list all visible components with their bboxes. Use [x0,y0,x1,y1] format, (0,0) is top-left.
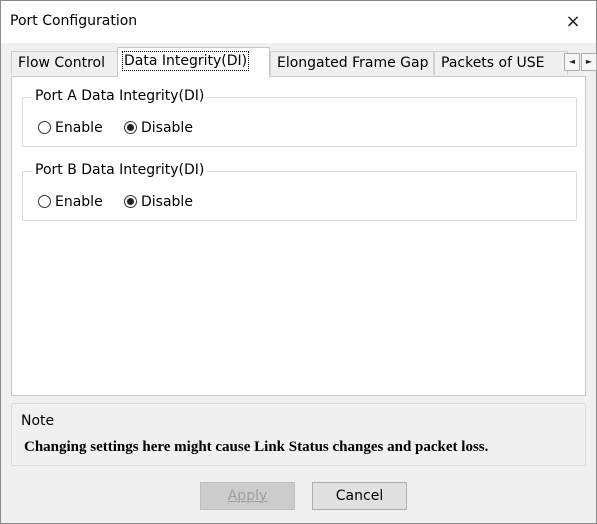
radio-label: Disable [141,120,193,136]
close-icon[interactable]: × [550,1,596,43]
note-label: Note [21,413,55,429]
tab-elongated-frame-gap[interactable]: Elongated Frame Gap [270,51,434,75]
tab-strip: Flow Control Data Integrity(DI) Elongate… [11,47,597,77]
cancel-button[interactable]: Cancel [312,482,407,510]
tab-panel: Port A Data Integrity(DI) Enable Disable… [11,76,586,396]
radio-label: Enable [55,120,103,136]
note-text: Changing settings here might cause Link … [24,439,489,455]
group-label: Port B Data Integrity(DI) [32,162,208,178]
apply-button[interactable]: Apply [200,482,295,510]
radio-label: Enable [55,194,103,210]
tab-label: Data Integrity(DI) [121,51,250,71]
tab-label: Elongated Frame Gap [277,55,429,71]
scroll-right-icon[interactable]: ► [581,53,597,71]
radio-on-icon [124,195,137,208]
radio-off-icon [38,195,51,208]
radio-off-icon [38,121,51,134]
button-label: Cancel [335,488,384,504]
window-title: Port Configuration [10,13,138,29]
scroll-left-icon[interactable]: ◄ [564,53,580,71]
tab-packets-of-use[interactable]: Packets of USE [434,51,568,75]
tab-scroll-buttons: ◄ ► [564,53,597,71]
note-group: Note Changing settings here might cause … [11,403,586,466]
radio-on-icon [124,121,137,134]
group-label: Port A Data Integrity(DI) [32,88,208,104]
port-a-group: Port A Data Integrity(DI) Enable Disable [22,88,577,147]
radio-label: Disable [141,194,193,210]
port-b-group: Port B Data Integrity(DI) Enable Disable [22,162,577,221]
tab-label: Packets of USE [441,55,545,71]
button-label: Apply [227,488,268,504]
title-bar: Port Configuration × [1,1,596,43]
port-configuration-dialog: Port Configuration × Flow Control Data I… [0,0,597,524]
tab-label: Flow Control [18,55,106,71]
tab-data-integrity[interactable]: Data Integrity(DI) [117,47,270,77]
tab-flow-control[interactable]: Flow Control [11,51,121,75]
